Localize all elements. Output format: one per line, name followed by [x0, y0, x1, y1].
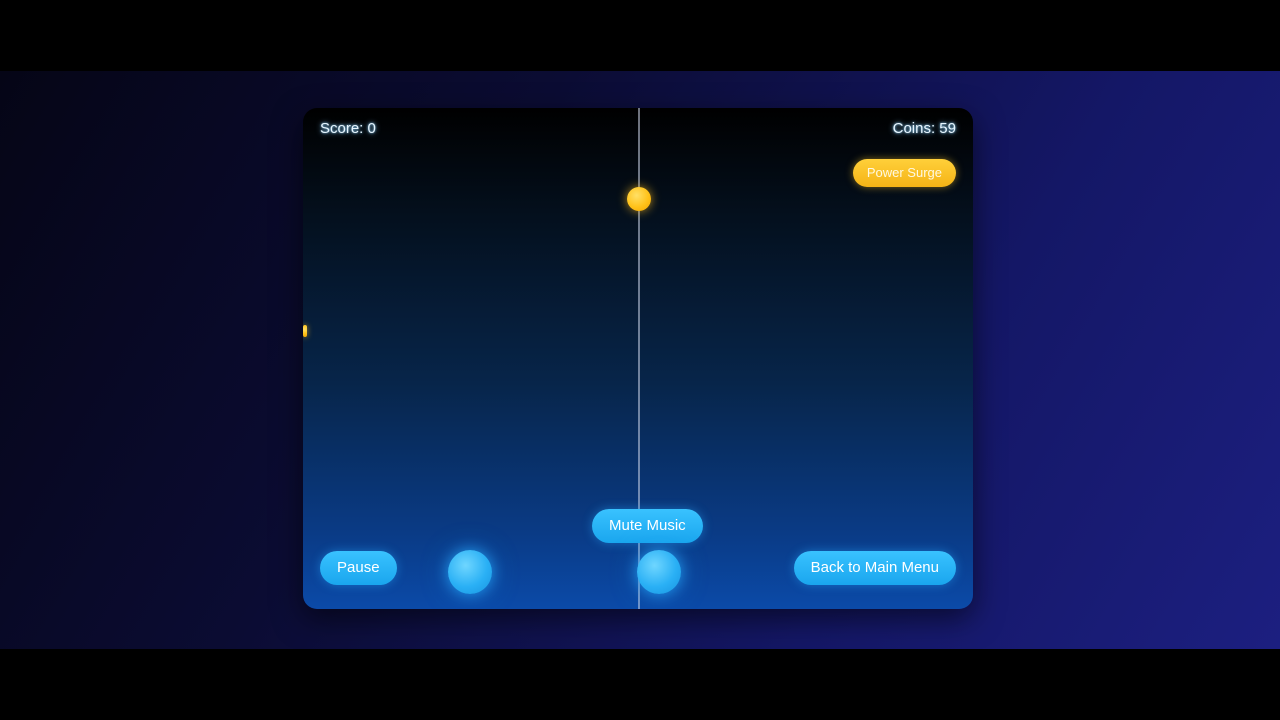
player-orb-left[interactable]	[448, 550, 492, 594]
score-display: Score: 0	[320, 120, 376, 137]
coins-display: Coins: 59	[892, 120, 956, 137]
power-surge-button[interactable]: Power Surge	[852, 159, 956, 187]
pause-button[interactable]: Pause	[320, 551, 397, 585]
game-canvas[interactable]: Score: 0 Coins: 59 Power Surge Mute Musi…	[303, 108, 973, 609]
back-to-main-menu-button[interactable]: Back to Main Menu	[793, 551, 956, 585]
letterbox-bottom	[0, 649, 1280, 720]
game-scene: Score: 0 Coins: 59 Power Surge Mute Musi…	[0, 71, 1280, 649]
player-orb-right[interactable]	[637, 550, 681, 594]
coin-icon	[627, 187, 651, 211]
mute-music-button[interactable]: Mute Music	[592, 509, 703, 543]
letterbox-top	[0, 0, 1280, 71]
coin-icon	[303, 325, 307, 337]
